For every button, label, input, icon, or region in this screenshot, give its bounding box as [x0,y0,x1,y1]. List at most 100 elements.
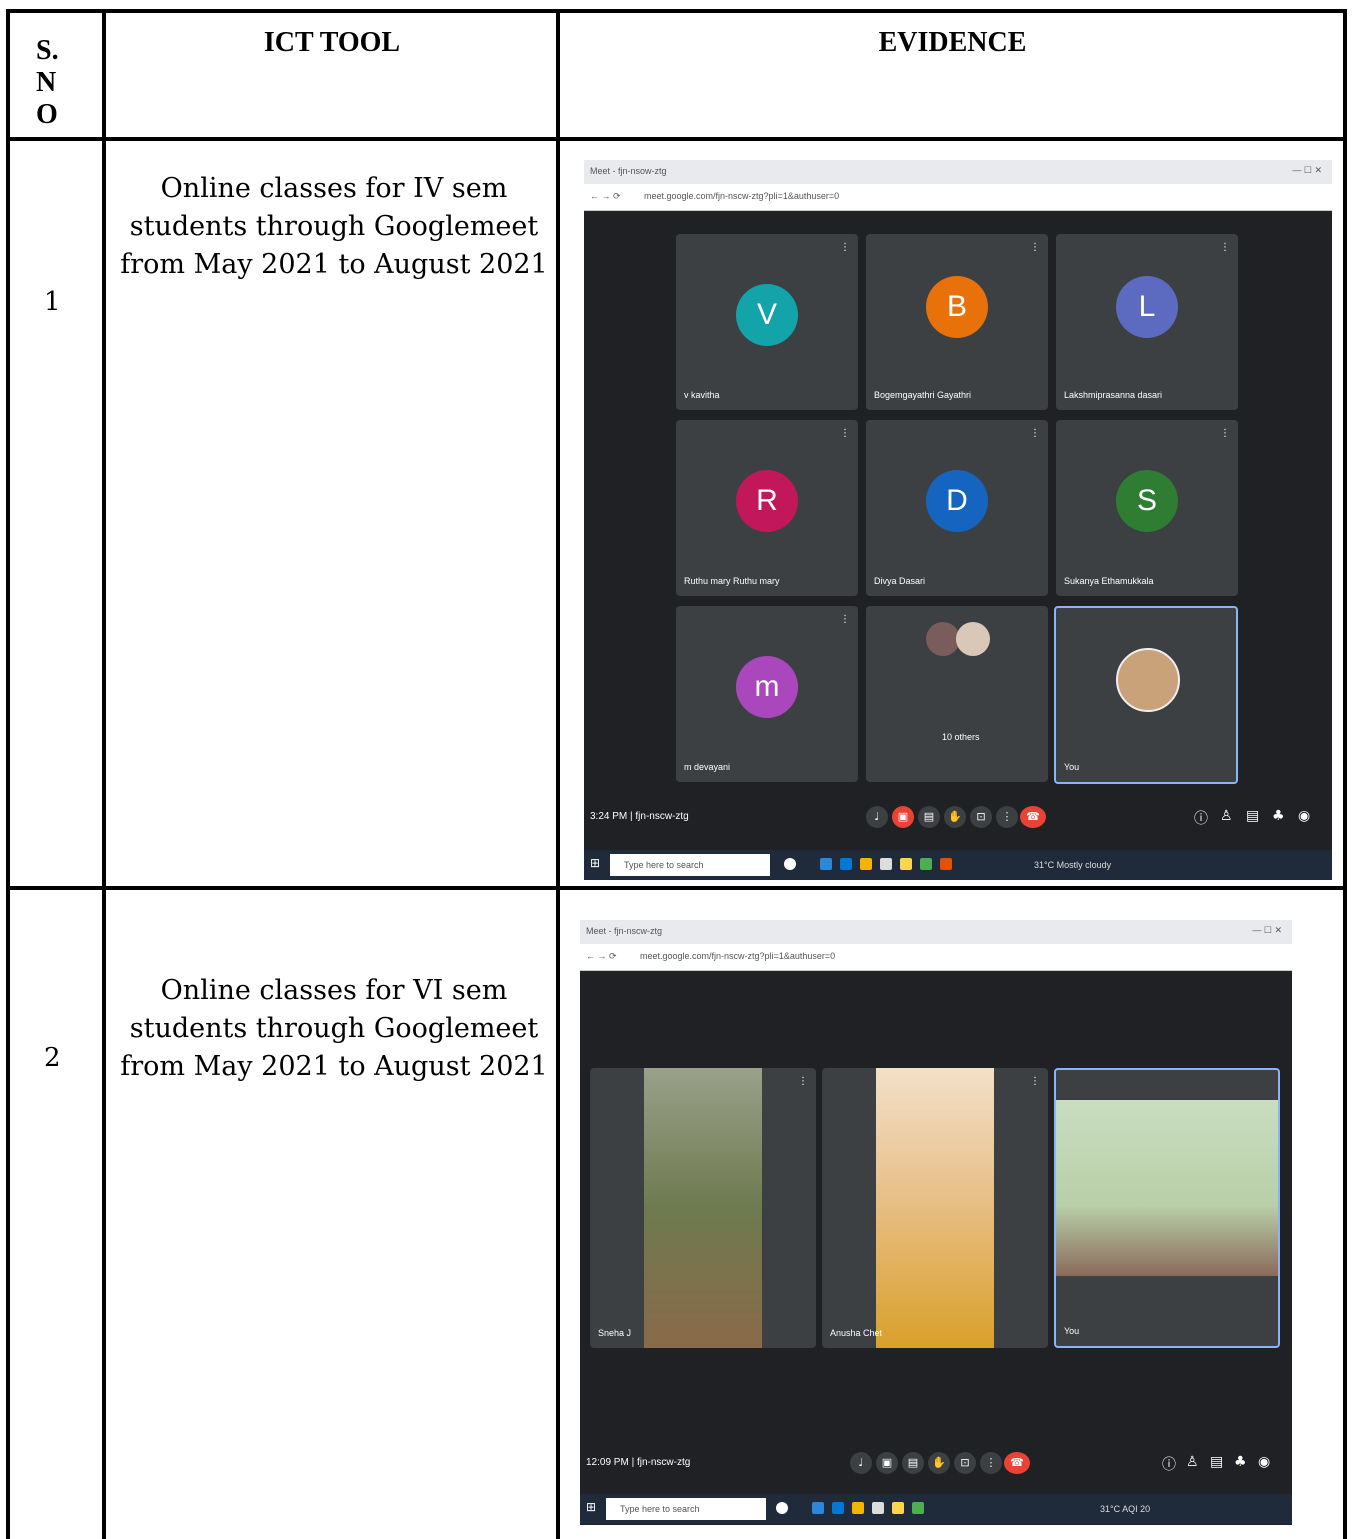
more-options-icon[interactable]: ⋮ [996,806,1018,828]
app-icon[interactable] [892,1502,904,1514]
avatar: L [1116,276,1178,338]
chat-icon[interactable]: ▤ [1210,1454,1223,1470]
participant-name: 10 others [942,732,980,742]
table-row-divider [6,886,1347,890]
mic-off-icon: ⋮ [840,614,850,625]
participant-name: Lakshmiprasanna dasari [1064,390,1163,400]
row-1-ict-tool: Online classes for IV sem students throu… [120,173,548,280]
more-options-icon[interactable]: ⋮ [980,1452,1002,1474]
participant-video [876,1068,994,1348]
avatar: D [926,470,988,532]
captions-icon[interactable]: ▤ [902,1452,924,1474]
edge-icon[interactable] [812,1502,824,1514]
mic-off-icon: ⋮ [1220,242,1230,253]
avatar [956,622,990,656]
windows-start-icon[interactable]: ⊞ [586,1500,596,1514]
host-controls-icon[interactable]: ◉ [1298,808,1310,824]
file-explorer-icon[interactable] [852,1502,864,1514]
participant-name: Ruthu mary Ruthu mary [684,576,780,586]
participant-name: Sneha J [598,1328,632,1338]
people-icon[interactable]: ♙ [1220,808,1233,824]
table-border-top [6,9,1347,13]
header-sno-line3: O [36,99,58,130]
participant-tile: ⋮ D Divya Dasari [866,420,1048,596]
participant-tile: ⋮ m m devayani [676,606,858,782]
taskbar-search[interactable]: Type here to search [610,854,770,876]
header-sno-line1: S. [36,35,59,66]
participant-tile: ⋮ R Ruthu mary Ruthu mary [676,420,858,596]
present-icon[interactable]: ⊡ [954,1452,976,1474]
participant-name: You [1064,762,1080,772]
activities-icon[interactable]: ♣ [1234,1454,1247,1470]
info-icon[interactable]: ⓘ [1194,808,1208,828]
evidence-screenshot-2: Meet - fjn-nscw-ztg — ☐ ✕ ← → ⟳ meet.goo… [580,920,1292,1525]
browser-tab-bar: Meet - fjn-nscw-ztg — ☐ ✕ [580,920,1292,944]
participant-tile: ⋮ Sneha J [590,1068,816,1348]
camera-icon[interactable]: ▣ [876,1452,898,1474]
mic-off-icon: ⋮ [1220,428,1230,439]
mic-off-icon: ⋮ [798,1076,808,1087]
mic-off-icon: ⋮ [1030,242,1040,253]
avatar: m [736,656,798,718]
table-border-right [1343,9,1347,1539]
info-icon[interactable]: ⓘ [1162,1454,1176,1474]
window-controls-icon: — ☐ ✕ [1292,165,1322,175]
chrome-icon[interactable] [920,858,932,870]
participant-name: Divya Dasari [874,576,926,586]
windows-taskbar: ⊞ Type here to search 31°C AQI 20 [580,1494,1292,1524]
mic-icon[interactable]: ♩ [866,806,888,828]
participant-tile-self: You [1054,1068,1280,1348]
host-controls-icon[interactable]: ◉ [1258,1454,1270,1470]
camera-off-icon[interactable]: ▣ [892,806,914,828]
participant-tile-self: You [1054,606,1238,784]
captions-icon[interactable]: ▤ [918,806,940,828]
participant-video [1056,1100,1278,1276]
table-divider-2 [556,9,560,1539]
mic-icon[interactable]: ♩ [850,1452,872,1474]
cortana-icon[interactable] [784,858,796,870]
header-sno: S. N O [36,35,96,131]
participant-name: Anusha Chet [830,1328,883,1338]
mic-off-icon: ⋮ [840,428,850,439]
store-icon[interactable] [880,858,892,870]
avatar: R [736,470,798,532]
browser-address-bar: ← → ⟳ meet.google.com/fjn-nscw-ztg?pli=1… [584,184,1332,211]
mail-icon[interactable] [840,858,852,870]
app-icon[interactable] [900,858,912,870]
end-call-icon[interactable]: ☎ [1004,1452,1030,1474]
evidence-screenshot-1: Meet - fjn-nsow-ztg — ☐ ✕ ← → ⟳ meet.goo… [584,160,1332,880]
row-2-sno: 2 [44,1043,61,1073]
edge-icon[interactable] [820,858,832,870]
mail-icon[interactable] [832,1502,844,1514]
participant-name: v kavitha [684,390,720,400]
end-call-icon[interactable]: ☎ [1020,806,1046,828]
participant-name: You [1064,1326,1080,1336]
header-evidence: EVIDENCE [878,27,1027,58]
windows-start-icon[interactable]: ⊞ [590,856,600,870]
mic-off-icon: ⋮ [840,242,850,253]
browser-tab-bar: Meet - fjn-nsow-ztg — ☐ ✕ [584,160,1332,184]
avatar: B [926,276,988,338]
present-icon[interactable]: ⊡ [970,806,992,828]
cortana-icon[interactable] [776,1502,788,1514]
avatar: S [1116,470,1178,532]
app-icon[interactable] [940,858,952,870]
chat-icon[interactable]: ▤ [1246,808,1259,824]
header-ict-tool: ICT TOOL [263,27,401,58]
raise-hand-icon[interactable]: ✋ [944,806,966,828]
participant-tile: ⋮ V v kavitha [676,234,858,410]
taskbar-search[interactable]: Type here to search [606,1498,766,1520]
store-icon[interactable] [872,1502,884,1514]
people-icon[interactable]: ♙ [1186,1454,1199,1470]
meeting-info: 12:09 PM | fjn-nscw-ztg [586,1457,691,1468]
taskbar-weather: 31°C Mostly cloudy [1034,860,1112,870]
participant-name: Sukanya Ethamukkala [1064,576,1154,586]
participant-name: Bogemgayathri Gayathri [874,390,972,400]
activities-icon[interactable]: ♣ [1272,808,1285,824]
file-explorer-icon[interactable] [860,858,872,870]
window-controls-icon: — ☐ ✕ [1252,925,1282,935]
chrome-icon[interactable] [912,1502,924,1514]
meet-controls: 12:09 PM | fjn-nscw-ztg ♩ ▣ ▤ ✋ ⊡ ⋮ ☎ ⓘ … [580,1446,1292,1482]
raise-hand-icon[interactable]: ✋ [928,1452,950,1474]
table-header-divider [6,137,1347,141]
